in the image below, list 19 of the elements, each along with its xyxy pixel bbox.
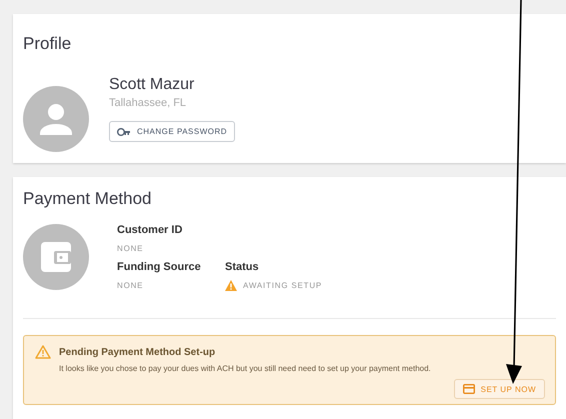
user-location: Tallahassee, FL bbox=[109, 97, 188, 109]
field-value: NONE bbox=[117, 244, 144, 253]
field-label: Status bbox=[225, 261, 260, 274]
key-icon bbox=[117, 128, 131, 136]
card-icon bbox=[462, 384, 475, 394]
alert-title: Pending Payment Method Set-up bbox=[59, 346, 216, 358]
wallet-icon bbox=[23, 224, 89, 290]
warning-icon bbox=[35, 345, 51, 359]
field-value: AWAITING SETUP bbox=[243, 281, 322, 290]
change-password-button[interactable]: CHANGE PASSWORD bbox=[109, 121, 236, 142]
alert-message: It looks like you chose to pay your dues with ACH but you still need need to set up your payment method. bbox=[59, 364, 432, 373]
field-value: NONE bbox=[117, 281, 144, 290]
field-label: Funding Source bbox=[117, 261, 202, 274]
user-name: Scott Mazur bbox=[109, 76, 196, 94]
user-avatar-icon bbox=[23, 86, 89, 152]
card-title: Profile bbox=[23, 33, 72, 54]
warning-icon bbox=[225, 280, 237, 291]
card-title: Payment Method bbox=[23, 188, 153, 209]
field-label: Customer ID bbox=[117, 224, 184, 237]
